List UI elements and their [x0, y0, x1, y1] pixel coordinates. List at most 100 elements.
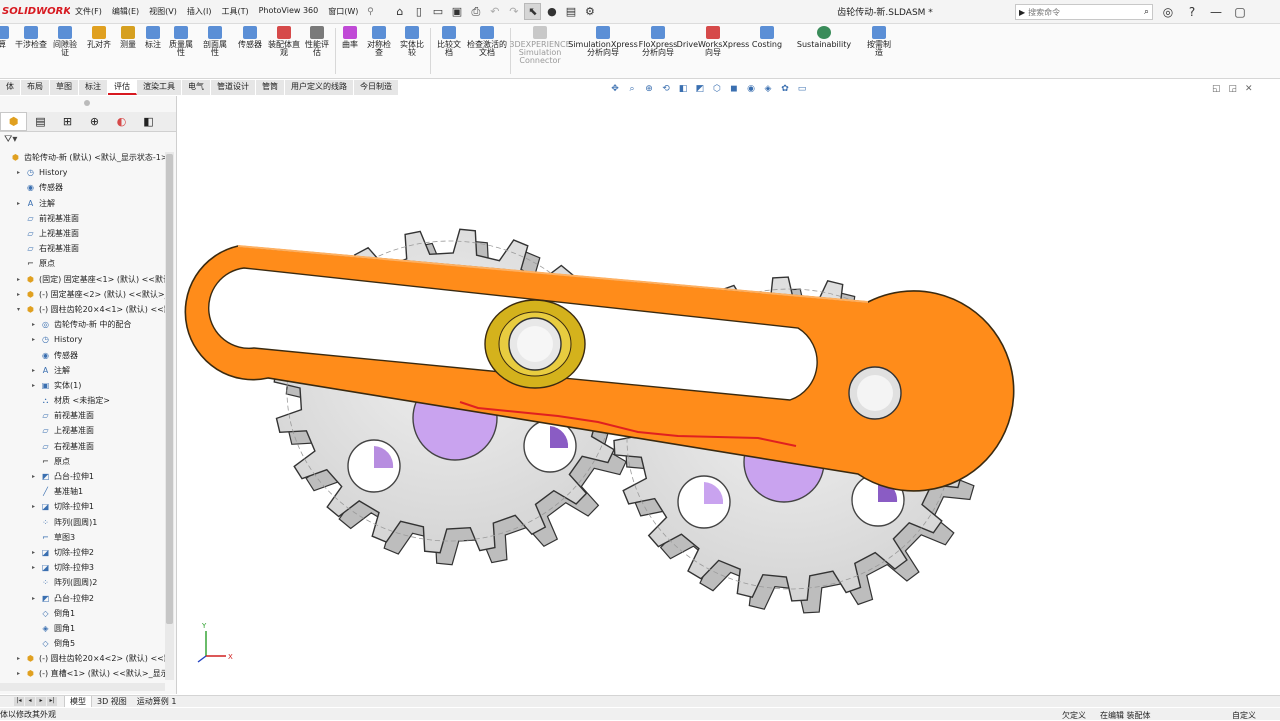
next-tab-icon[interactable]: ▸: [36, 697, 46, 706]
expand-arrow-icon[interactable]: ▸: [30, 564, 37, 571]
tree-item[interactable]: ▸ ◪ 切除-拉伸3: [0, 560, 166, 575]
tab-tubing[interactable]: 管筒: [256, 80, 285, 95]
menu-photoview[interactable]: PhotoView 360: [254, 6, 324, 17]
expand-arrow-icon[interactable]: ▸: [30, 367, 37, 374]
dynamic-annotation-icon[interactable]: ◩: [693, 83, 707, 95]
tab-assembly[interactable]: 体: [0, 80, 21, 95]
tree-item[interactable]: ▱ 前视基准面: [0, 408, 166, 423]
tree-item[interactable]: ⬢ 齿轮传动-新 (默认) <默认_显示状态-1>: [0, 150, 166, 165]
filter-icon[interactable]: ⛛▾: [4, 134, 17, 145]
menu-tools[interactable]: 工具(T): [216, 6, 253, 17]
tree-item[interactable]: ▸ ▣ 实体(1): [0, 378, 166, 393]
tab-user-routing[interactable]: 用户定义的线路: [285, 80, 354, 95]
ribbon-driveworks[interactable]: DriveWorksXpress 向导: [677, 26, 749, 57]
tree-item[interactable]: ▸ ◪ 切除-拉伸1: [0, 499, 166, 514]
tree-item[interactable]: ▸ ⬢ (-) 直槽<1> (默认) <<默认>_显示: [0, 666, 166, 681]
featuremanager-tab-icon[interactable]: ⬢: [0, 112, 27, 131]
expand-arrow-icon[interactable]: ▸: [30, 473, 37, 480]
last-tab-icon[interactable]: ▸|: [47, 697, 57, 706]
ribbon-compare-docs[interactable]: 比较文档: [434, 26, 464, 57]
tab-sketch[interactable]: 草图: [50, 80, 79, 95]
ribbon-markup[interactable]: 标注: [142, 26, 164, 49]
help-icon[interactable]: ?: [1182, 3, 1202, 21]
ribbon-hole-align[interactable]: 孔对齐: [82, 26, 116, 49]
previous-view-icon[interactable]: ⟲: [659, 83, 673, 95]
ribbon-costing[interactable]: Costing: [750, 26, 784, 49]
menu-view[interactable]: 视图(V): [144, 6, 182, 17]
ribbon-floxpress[interactable]: FloXpress 分析向导: [638, 26, 678, 57]
tree-item[interactable]: ╱ 基准轴1: [0, 484, 166, 499]
view-orientation-icon[interactable]: ⬡: [710, 83, 724, 95]
pin-icon[interactable]: ⚲: [363, 7, 377, 17]
tree-item[interactable]: ▸ ◷ History: [0, 165, 166, 180]
view-settings-icon[interactable]: ▭: [795, 83, 809, 95]
dimxpert-tab-icon[interactable]: ⊕: [81, 112, 108, 131]
tree-item[interactable]: ▸ ◪ 切除-拉伸2: [0, 545, 166, 560]
expand-arrow-icon[interactable]: ▸: [15, 291, 22, 298]
tree-item[interactable]: ▸ ◎ 齿轮传动-新 中的配合: [0, 317, 166, 332]
ribbon-compare-bodies[interactable]: 实体比较: [397, 26, 427, 57]
tree-item[interactable]: ◇ 倒角1: [0, 606, 166, 621]
select-cursor-icon[interactable]: ⬉: [524, 3, 542, 20]
ribbon-section-properties[interactable]: 剖面属性: [200, 26, 230, 57]
zoom-to-fit-icon[interactable]: ⌕: [625, 83, 639, 95]
tree-item[interactable]: ▸ ◩ 凸台-拉伸2: [0, 590, 166, 605]
tree-item[interactable]: ▸ A 注解: [0, 196, 166, 211]
tree-item[interactable]: ▸ ◷ History: [0, 332, 166, 347]
tree-item[interactable]: ▾ ⬢ (-) 圆柱齿轮20×4<1> (默认) <<默: [0, 302, 166, 317]
tab-model[interactable]: 模型: [64, 696, 92, 707]
tree-item[interactable]: ▱ 上视基准面: [0, 423, 166, 438]
prev-tab-icon[interactable]: ◂: [25, 697, 35, 706]
tab-electrical[interactable]: 电气: [182, 80, 211, 95]
undo-icon[interactable]: ↶: [486, 3, 503, 20]
model-view[interactable]: Y X: [178, 96, 1280, 694]
options-gear-icon[interactable]: ⚙: [581, 3, 598, 20]
menu-edit[interactable]: 编辑(E): [107, 6, 144, 17]
expand-arrow-icon[interactable]: ▸: [30, 549, 37, 556]
traffic-light-icon[interactable]: ●: [543, 3, 560, 20]
new-document-icon[interactable]: ▯: [410, 3, 427, 20]
ribbon-performance[interactable]: 性能评估: [302, 26, 332, 57]
expand-arrow-icon[interactable]: ▸: [30, 321, 37, 328]
close-view-icon[interactable]: ✕: [1245, 84, 1253, 94]
app-logo[interactable]: SOLIDWORKS: [0, 6, 70, 17]
status-units[interactable]: 自定义: [1232, 710, 1256, 721]
edit-appearance-icon[interactable]: ◈: [761, 83, 775, 95]
expand-arrow-icon[interactable]: ▸: [15, 276, 22, 283]
hide-show-icon[interactable]: ◉: [744, 83, 758, 95]
graphics-area[interactable]: Y X: [178, 96, 1280, 694]
expand-arrow-icon[interactable]: ▸: [15, 169, 22, 176]
tree-item[interactable]: ⌐ 原点: [0, 454, 166, 469]
view-orient-icon[interactable]: ✥: [608, 83, 622, 95]
menu-insert[interactable]: 插入(I): [182, 6, 217, 17]
file-properties-icon[interactable]: ▤: [562, 3, 579, 20]
ribbon-sustainability[interactable]: Sustainability: [796, 26, 852, 49]
tree-item[interactable]: ◉ 传感器: [0, 347, 166, 362]
expand-arrow-icon[interactable]: ▸: [30, 503, 37, 510]
tree-item[interactable]: ▱ 上视基准面: [0, 226, 166, 241]
ribbon-simulationxpress[interactable]: SimulationXpress 分析向导: [568, 26, 638, 57]
ribbon-btn-0[interactable]: 算: [0, 26, 10, 49]
ribbon-3dx-simulation[interactable]: 3DEXPERIENCE Simulation Connector: [509, 26, 571, 65]
print-icon[interactable]: ⎙: [467, 3, 484, 20]
tree-item[interactable]: ⁘ 阵列(圆周)2: [0, 575, 166, 590]
tab-markup[interactable]: 标注: [79, 80, 108, 95]
bushing[interactable]: [484, 299, 586, 389]
tab-evaluate[interactable]: 评估: [108, 80, 137, 95]
menu-window[interactable]: 窗口(W): [323, 6, 363, 17]
propertymanager-tab-icon[interactable]: ▤: [27, 112, 54, 131]
account-icon[interactable]: ◎: [1158, 3, 1178, 21]
ribbon-make-on-demand[interactable]: 按需制造: [864, 26, 894, 57]
tab-3d-view[interactable]: 3D 视图: [92, 696, 132, 707]
ribbon-curvature[interactable]: 曲率: [339, 26, 361, 49]
open-icon[interactable]: ▭: [429, 3, 446, 20]
tree-item[interactable]: ▸ ⬢ (-) 固定基座<2> (默认) <<默认>_: [0, 287, 166, 302]
collapse-arrow-icon[interactable]: ▾: [15, 306, 22, 313]
expand-arrow-icon[interactable]: ▸: [15, 200, 22, 207]
tab-piping[interactable]: 管道设计: [211, 80, 256, 95]
tree-item[interactable]: ◇ 倒角5: [0, 636, 166, 651]
ribbon-sensor[interactable]: 传感器: [233, 26, 267, 49]
tab-layout[interactable]: 布局: [21, 80, 50, 95]
tree-item[interactable]: ◈ 圆角1: [0, 621, 166, 636]
restore-view-icon[interactable]: ◱: [1212, 84, 1221, 94]
